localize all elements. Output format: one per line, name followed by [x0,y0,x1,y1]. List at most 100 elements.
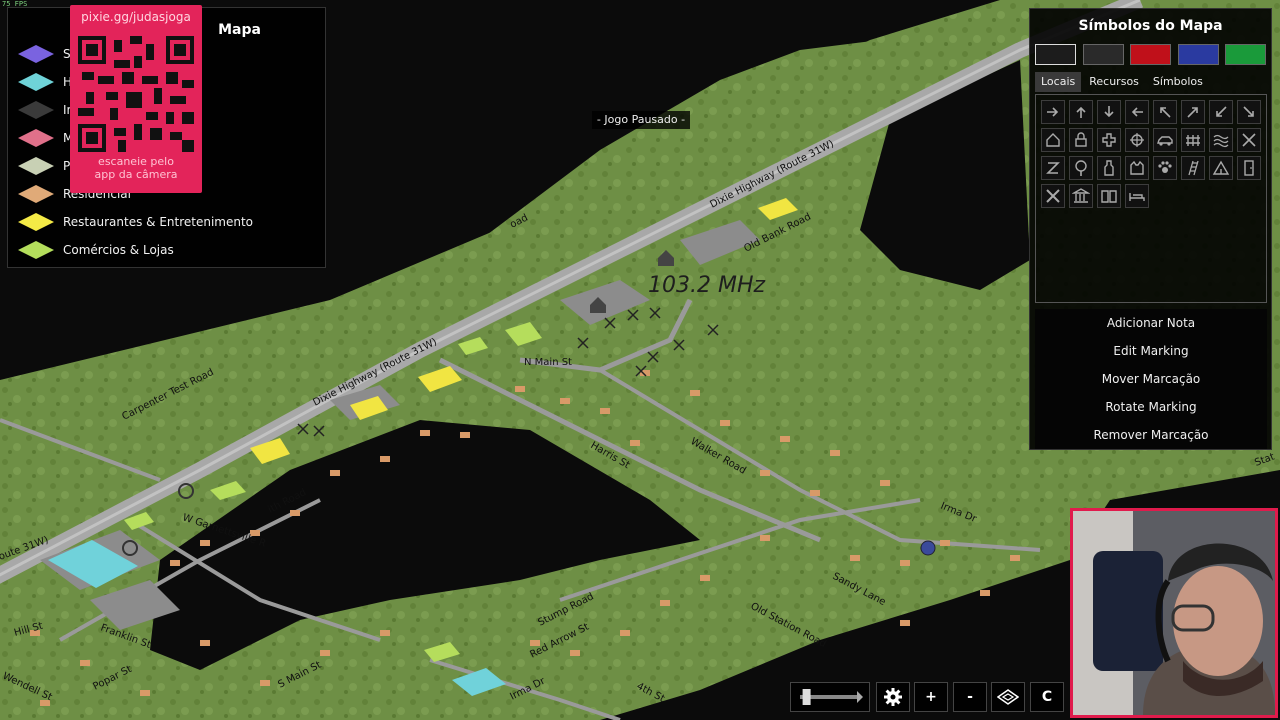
legend-item: S [8,43,71,65]
paw-icon [1158,161,1172,173]
fence-icon [1186,135,1200,146]
symbol-button[interactable] [1041,100,1065,124]
symbol-button[interactable] [1097,156,1121,180]
center-label: C [1041,689,1053,705]
qr-code-image [78,36,194,152]
legend-item: Restaurantes & Entretenimento [8,211,253,233]
color-swatch[interactable] [1035,44,1076,65]
tools-icon [1046,189,1060,203]
symbol-button[interactable] [1237,100,1261,124]
tree-icon [1075,160,1087,176]
symbol-button[interactable] [1237,156,1261,180]
tab-recursos[interactable]: Recursos [1083,72,1145,92]
symbol-button[interactable] [1125,156,1149,180]
symbol-button[interactable] [1153,100,1177,124]
legend-swatch-icon [16,183,56,205]
radio-frequency-label: 103.2 MHz [648,273,765,298]
bottle-icon [1104,160,1114,176]
vehicle-icon [1157,136,1173,146]
x-mark-icon [1242,133,1256,147]
cat-icon [1130,160,1144,175]
symbol-icon-grid [1035,94,1267,303]
legend-item: P [8,155,70,177]
legend-swatch-icon [16,99,56,121]
arrow-left-icon [1131,107,1143,117]
map-pin [920,540,936,556]
book-icon [1101,190,1117,203]
action-add-note-button[interactable]: Adicionar Nota [1035,309,1267,337]
arrow-down-left-icon [1216,106,1227,117]
z-sleep-icon [1046,162,1060,174]
arrow-up-left-icon [1160,107,1171,118]
symbol-button[interactable] [1097,100,1121,124]
lock-icon [1075,132,1087,147]
symbol-button[interactable] [1181,128,1205,152]
zoom-out-button[interactable]: - [953,682,987,712]
legend-label: Restaurantes & Entretenimento [63,215,254,229]
legend-item: Ir [8,99,71,121]
symbol-button[interactable] [1153,156,1177,180]
symbol-button[interactable] [1209,100,1233,124]
tab-símbolos[interactable]: Símbolos [1147,72,1209,92]
zoom-slider[interactable] [790,682,870,712]
arrow-up-right-icon [1187,107,1198,118]
action-rotate-marking-button[interactable]: Rotate Marking [1035,393,1267,421]
bed-icon [1129,193,1145,201]
webcam-image [1073,511,1275,715]
center-button[interactable]: C [1030,682,1064,712]
qr-caption: escaneie pelo app da câmera [70,155,202,181]
symbol-button[interactable] [1041,156,1065,180]
symbol-button[interactable] [1125,128,1149,152]
medical-cross-icon [1102,133,1116,147]
settings-button[interactable] [876,682,910,712]
action-remove-marking-button[interactable]: Remover Marcação [1035,421,1267,449]
symbol-button[interactable] [1181,100,1205,124]
zoom-slider-track[interactable] [795,687,865,707]
layers-button[interactable] [991,682,1025,712]
action-move-marking-button[interactable]: Mover Marcação [1035,365,1267,393]
ladder-icon [1188,160,1199,176]
symbol-button[interactable] [1097,184,1121,208]
legend-swatch-icon [16,71,56,93]
tent-icon [1212,160,1230,175]
symbol-button[interactable] [1041,184,1065,208]
house-icon [1046,133,1060,147]
legend-item: Comércios & Lojas [8,239,174,261]
legend-swatch-icon [16,239,56,261]
color-swatch[interactable] [1082,44,1124,65]
symbol-button[interactable] [1069,184,1093,208]
gear-icon [884,688,902,706]
zoom-out-label: - [967,689,973,705]
zoom-in-button[interactable]: + [914,682,948,712]
symbol-button[interactable] [1041,128,1065,152]
symbol-button[interactable] [1125,184,1149,208]
door-icon [1244,160,1254,176]
symbol-button[interactable] [1209,128,1233,152]
tab-locais[interactable]: Locais [1035,72,1082,92]
color-swatch[interactable] [1225,44,1266,65]
game-paused-label: - Jogo Pausado - [592,111,690,129]
color-swatch[interactable] [1130,44,1171,65]
legend-swatch-icon [16,127,56,149]
layers-icon [997,689,1019,705]
symbol-button[interactable] [1069,100,1093,124]
symbol-button[interactable] [1209,156,1233,180]
streamer-webcam [1070,508,1278,718]
bank-icon [1072,188,1090,203]
symbol-button[interactable] [1181,156,1205,180]
symbol-button[interactable] [1153,128,1177,152]
qr-caption-line: escaneie pelo [98,155,174,168]
color-swatch[interactable] [1177,44,1219,65]
action-edit-marking-button[interactable]: Edit Marking [1035,337,1267,365]
arrow-right-icon [1047,107,1059,117]
zoom-in-label: + [925,689,937,705]
arrow-down-right-icon [1243,106,1254,117]
crosshair-icon [1130,133,1144,147]
legend-swatch-icon [16,155,56,177]
symbol-button[interactable] [1237,128,1261,152]
symbol-button[interactable] [1125,100,1149,124]
symbol-button[interactable] [1069,128,1093,152]
symbol-button[interactable] [1097,128,1121,152]
symbol-button[interactable] [1069,156,1093,180]
arrow-up-icon [1076,106,1086,118]
